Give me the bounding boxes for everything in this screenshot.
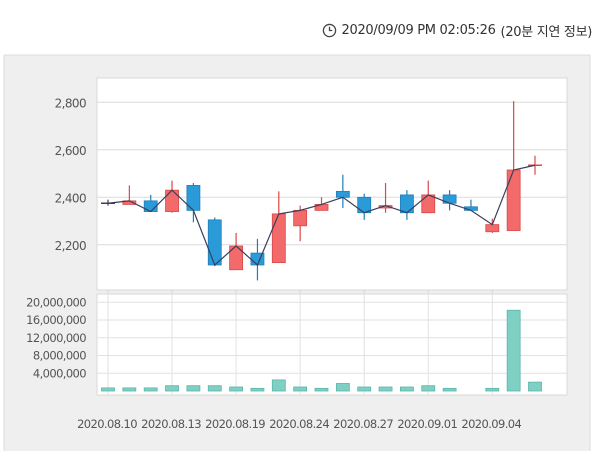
volume-bar	[528, 381, 542, 392]
volume-tick-label: 16,000,000	[26, 313, 86, 327]
volume-bar	[399, 386, 414, 392]
volume-bar	[271, 379, 286, 392]
price-tick-label: 2,600	[55, 144, 86, 158]
date-tick-label: 2020.08.19	[205, 417, 265, 431]
volume-bar	[229, 386, 244, 392]
volume-bar	[165, 385, 179, 392]
price-plot-area	[96, 77, 568, 291]
volume-bar	[122, 387, 137, 392]
date-tick-label: 2020.09.04	[461, 417, 521, 431]
volume-tick-label: 4,000,000	[33, 366, 86, 380]
chart-canvas[interactable]: 2,200 2,400 2,600 2,800 4,000,000 8,000,000 12…	[0, 0, 600, 451]
date-tick-label: 2020.08.27	[333, 417, 393, 431]
volume-bar	[293, 386, 308, 392]
volume-tick-label: 20,000,000	[26, 295, 86, 309]
volume-bar	[101, 387, 115, 392]
candle-body	[485, 224, 500, 233]
volume-tick-label: 8,000,000	[33, 349, 86, 363]
candle-body	[399, 194, 414, 214]
date-tick-label: 2020.08.13	[141, 417, 201, 431]
volume-bar	[442, 387, 457, 392]
price-tick-label: 2,800	[55, 96, 86, 110]
price-tick-label: 2,400	[55, 191, 86, 205]
volume-bar	[186, 385, 201, 392]
volume-tick-label: 12,000,000	[26, 331, 86, 345]
candle-body	[357, 196, 372, 214]
candle-body	[421, 194, 436, 214]
candle-body	[165, 189, 179, 212]
date-tick-label: 2020.08.24	[269, 417, 329, 431]
volume-bar	[378, 386, 393, 392]
volume-bar	[506, 309, 521, 392]
candle-body	[207, 219, 222, 266]
volume-bar	[143, 387, 158, 392]
candle-body	[335, 190, 350, 198]
volume-plot-area	[96, 293, 568, 396]
candle-body	[271, 213, 286, 264]
volume-bar	[314, 387, 329, 392]
date-tick-label: 2020.08.10	[77, 417, 137, 431]
volume-bar	[485, 387, 500, 392]
price-tick-label: 2,200	[55, 239, 86, 253]
volume-bar	[250, 387, 265, 392]
volume-bar	[207, 385, 222, 392]
volume-bar	[357, 386, 372, 392]
candle-body	[506, 169, 521, 231]
volume-bar	[421, 385, 436, 392]
stock-chart-widget: 2020/09/09 PM 02:05:26 (20분 지연 정보) 2,200…	[0, 0, 600, 451]
date-tick-label: 2020.09.01	[397, 417, 457, 431]
candle-body	[293, 209, 308, 227]
volume-bar	[335, 383, 350, 392]
